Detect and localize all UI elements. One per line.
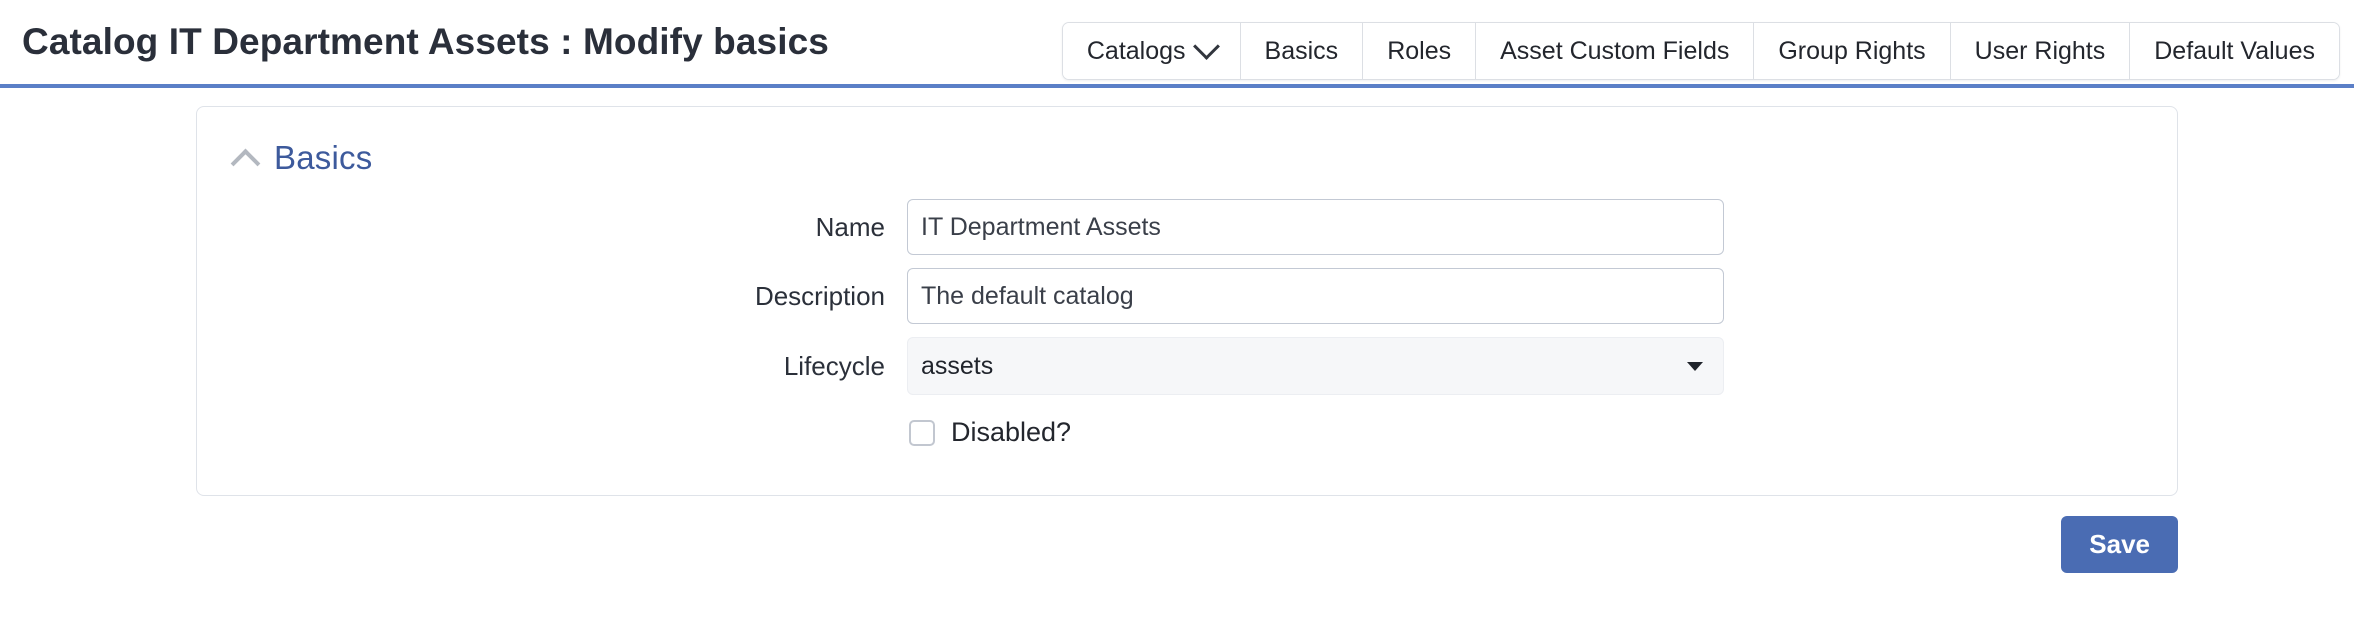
description-input[interactable] — [907, 268, 1724, 324]
chevron-down-icon — [1192, 32, 1220, 60]
save-button[interactable]: Save — [2061, 516, 2178, 573]
form-row-description: Description — [197, 268, 2177, 324]
form-row-disabled: Disabled? — [197, 417, 2177, 448]
disabled-label: Disabled? — [951, 417, 1072, 447]
name-input[interactable] — [907, 199, 1724, 255]
form-row-name: Name — [197, 199, 2177, 255]
tab-bar: Catalogs Basics Roles Asset Custom Field… — [1061, 22, 2340, 80]
page-header: Catalog IT Department Assets : Modify ba… — [0, 0, 2354, 88]
tab-group-rights[interactable]: Group Rights — [1754, 23, 1951, 79]
tab-basics[interactable]: Basics — [1240, 23, 1364, 79]
caret-down-icon — [1687, 361, 1703, 371]
tab-asset-custom-fields[interactable]: Asset Custom Fields — [1476, 23, 1755, 79]
panel-title: Basics — [274, 139, 373, 176]
basics-panel: Basics Name Description Lifecycle assets — [196, 106, 2178, 496]
description-label: Description — [754, 280, 885, 311]
tab-catalogs-label: Catalogs — [1086, 36, 1186, 65]
disabled-checkbox[interactable] — [909, 419, 935, 446]
panel-header: Basics — [197, 107, 2177, 178]
lifecycle-select[interactable]: assets — [907, 337, 1724, 395]
lifecycle-label: Lifecycle — [783, 350, 885, 381]
form-actions: Save — [196, 516, 2178, 573]
basics-form: Name Description Lifecycle assets Disabl… — [197, 199, 2177, 448]
tab-user-rights[interactable]: User Rights — [1950, 23, 2131, 79]
lifecycle-selected-value: assets — [921, 351, 994, 380]
tab-catalogs[interactable]: Catalogs — [1062, 23, 1241, 79]
tab-default-values[interactable]: Default Values — [2130, 23, 2339, 79]
tab-roles[interactable]: Roles — [1363, 23, 1477, 79]
page-title: Catalog IT Department Assets : Modify ba… — [22, 21, 829, 62]
main-content: Basics Name Description Lifecycle assets — [0, 88, 2354, 636]
form-row-lifecycle: Lifecycle assets — [197, 337, 2177, 395]
chevron-up-icon[interactable] — [230, 148, 261, 178]
name-label: Name — [815, 211, 885, 242]
